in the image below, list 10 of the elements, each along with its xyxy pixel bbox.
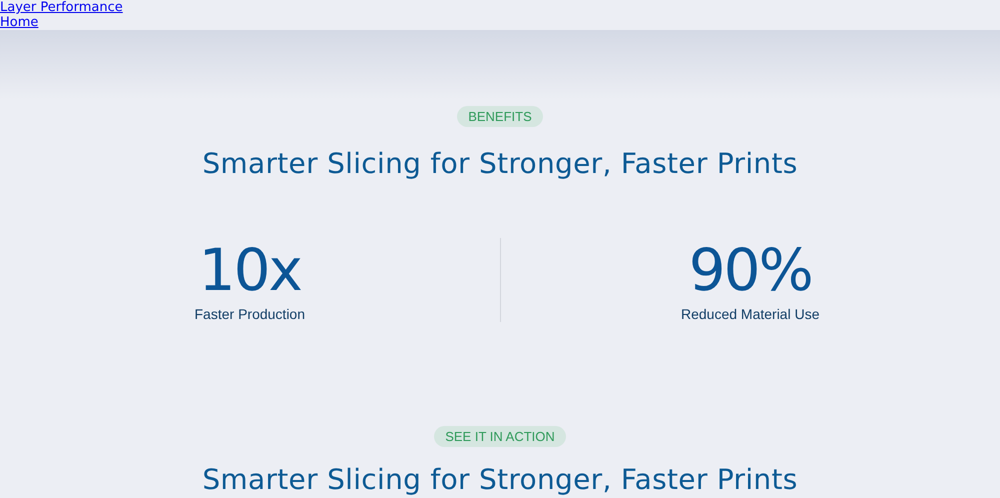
section-badge: SEE IT IN ACTION <box>434 426 566 447</box>
nav-link[interactable]: Layer Performance <box>0 0 123 15</box>
stat-label: Reduced Material Use <box>680 306 820 322</box>
section-heading: Smarter Slicing for Stronger, Faster Prints <box>202 463 798 496</box>
stat-value: 90% <box>688 238 812 302</box>
section-heading: Smarter Slicing for Stronger, Faster Prints <box>202 147 798 180</box>
stat-value: 10x <box>198 238 301 302</box>
nav-link[interactable]: Home <box>0 15 38 30</box>
section-badge: BENEFITS <box>457 106 543 127</box>
stat-label: Faster Production <box>194 306 305 322</box>
